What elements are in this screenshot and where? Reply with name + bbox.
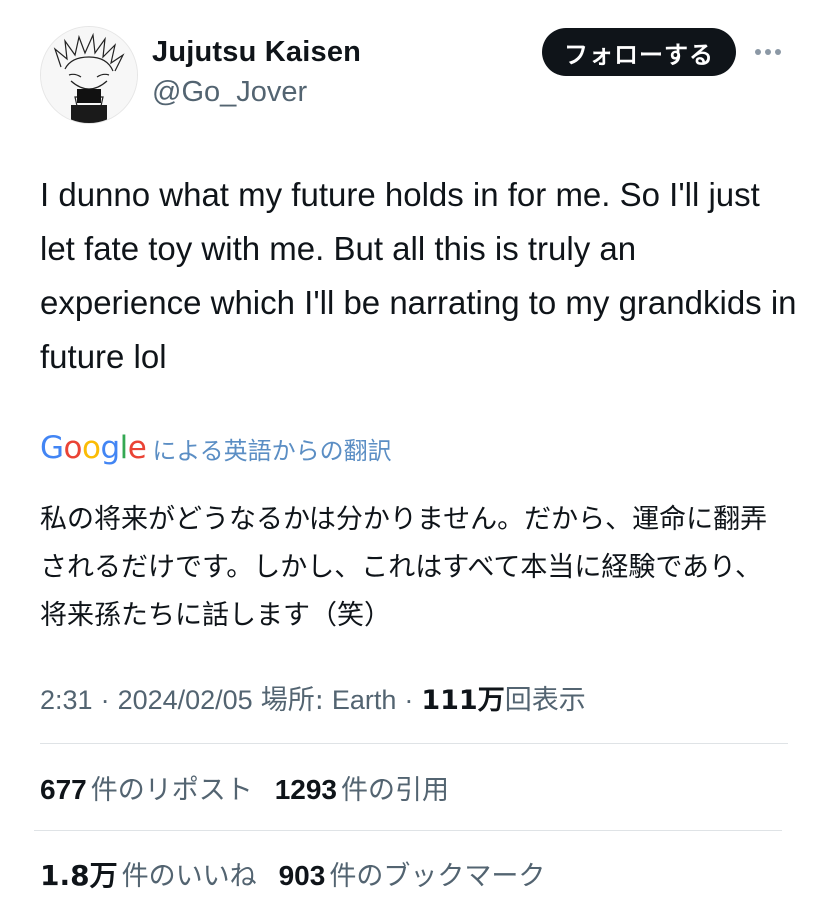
tweet-meta: 2:31 · 2024/02/05 場所: Earth · 111万 回表示 (40, 678, 586, 717)
divider (40, 743, 788, 744)
tweet-text: I dunno what my future holds in for me. … (40, 176, 797, 375)
tweet-time[interactable]: 2:31 (40, 685, 93, 716)
translation-attribution[interactable]: Google による英語からの翻訳 (40, 428, 392, 468)
divider (34, 830, 782, 831)
separator: · (404, 685, 414, 715)
stats-row-likes: 1.8万 件のいいね 903 件のブックマーク (40, 854, 545, 894)
bookmarks-label: 件のブックマーク (329, 861, 546, 892)
google-letter: G (40, 430, 64, 466)
google-letter: l (119, 430, 129, 466)
views-count: 111万 (421, 685, 505, 716)
google-logo: Google (40, 430, 147, 466)
separator: · (100, 685, 110, 715)
translation-label: による英語からの翻訳 (152, 436, 392, 465)
views-label: 回表示 (504, 685, 586, 716)
tweet-date[interactable]: 2024/02/05 (118, 685, 253, 716)
avatar[interactable] (40, 26, 138, 124)
display-name[interactable]: Jujutsu Kaisen (152, 36, 361, 69)
reposts-count: 677 (40, 774, 87, 805)
dot (775, 49, 781, 55)
google-letter: e (127, 430, 147, 466)
reposts-stat[interactable]: 677 件のリポスト (40, 768, 253, 807)
quotes-label: 件の引用 (341, 775, 450, 806)
quotes-count: 1293 (274, 774, 338, 805)
follow-button[interactable]: フォローする (542, 28, 736, 76)
likes-stat[interactable]: 1.8万 件のいいね (40, 854, 257, 894)
more-horizontal-icon[interactable] (755, 40, 785, 64)
dot (765, 49, 771, 55)
user-handle[interactable]: @Go_Jover (152, 76, 307, 109)
stats-row-engagement: 677 件のリポスト 1293 件の引用 (40, 768, 449, 807)
likes-label: 件のいいね (121, 861, 257, 892)
avatar-image (41, 27, 137, 123)
location-label: 場所: (260, 685, 324, 716)
google-letter: o (63, 430, 83, 466)
google-letter: o (82, 430, 101, 466)
likes-count: 1.8万 (40, 859, 118, 892)
bookmarks-stat[interactable]: 903 件のブックマーク (279, 854, 546, 893)
google-letter: g (100, 430, 120, 466)
reposts-label: 件のリポスト (90, 775, 253, 806)
quotes-stat[interactable]: 1293 件の引用 (275, 768, 449, 807)
location: Earth (331, 685, 397, 715)
bookmarks-count: 903 (278, 860, 326, 891)
translated-text: 私の将来がどうなるかは分かりません。だから、運命に翻弄されるだけです。しかし、こ… (40, 504, 768, 631)
dot (755, 49, 761, 55)
